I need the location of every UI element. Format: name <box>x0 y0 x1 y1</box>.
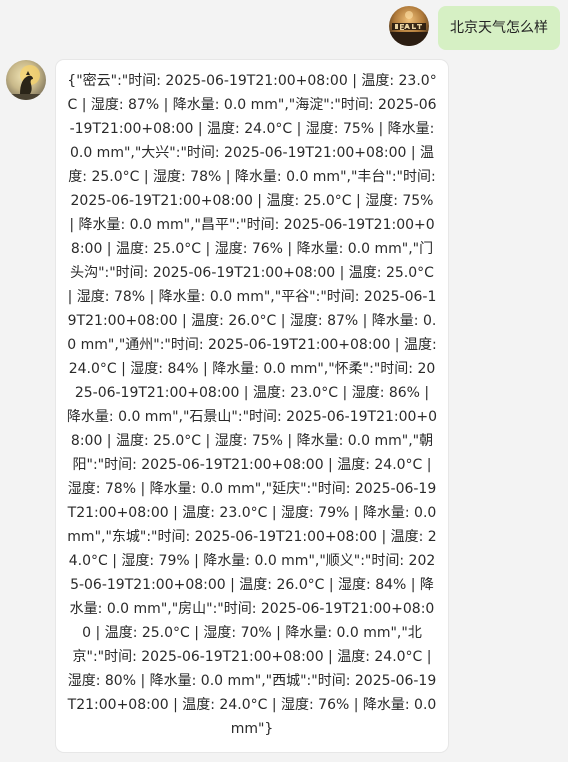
user-message-bubble: 北京天气怎么样 <box>438 6 560 50</box>
assistant-avatar-icon[interactable] <box>6 60 46 100</box>
user-message-row: 北京天气怎么样 <box>389 6 560 50</box>
assistant-message-bubble: {"密云":"时间: 2025-06-19T21:00+08:00 | 温度: … <box>56 60 448 752</box>
user-avatar-icon[interactable] <box>389 6 429 46</box>
chat-window: 北京天气怎么样 {"密云":"时间: 2025-06-19T21:00+08:0… <box>0 0 568 762</box>
assistant-message-row: {"密云":"时间: 2025-06-19T21:00+08:00 | 温度: … <box>6 60 448 752</box>
